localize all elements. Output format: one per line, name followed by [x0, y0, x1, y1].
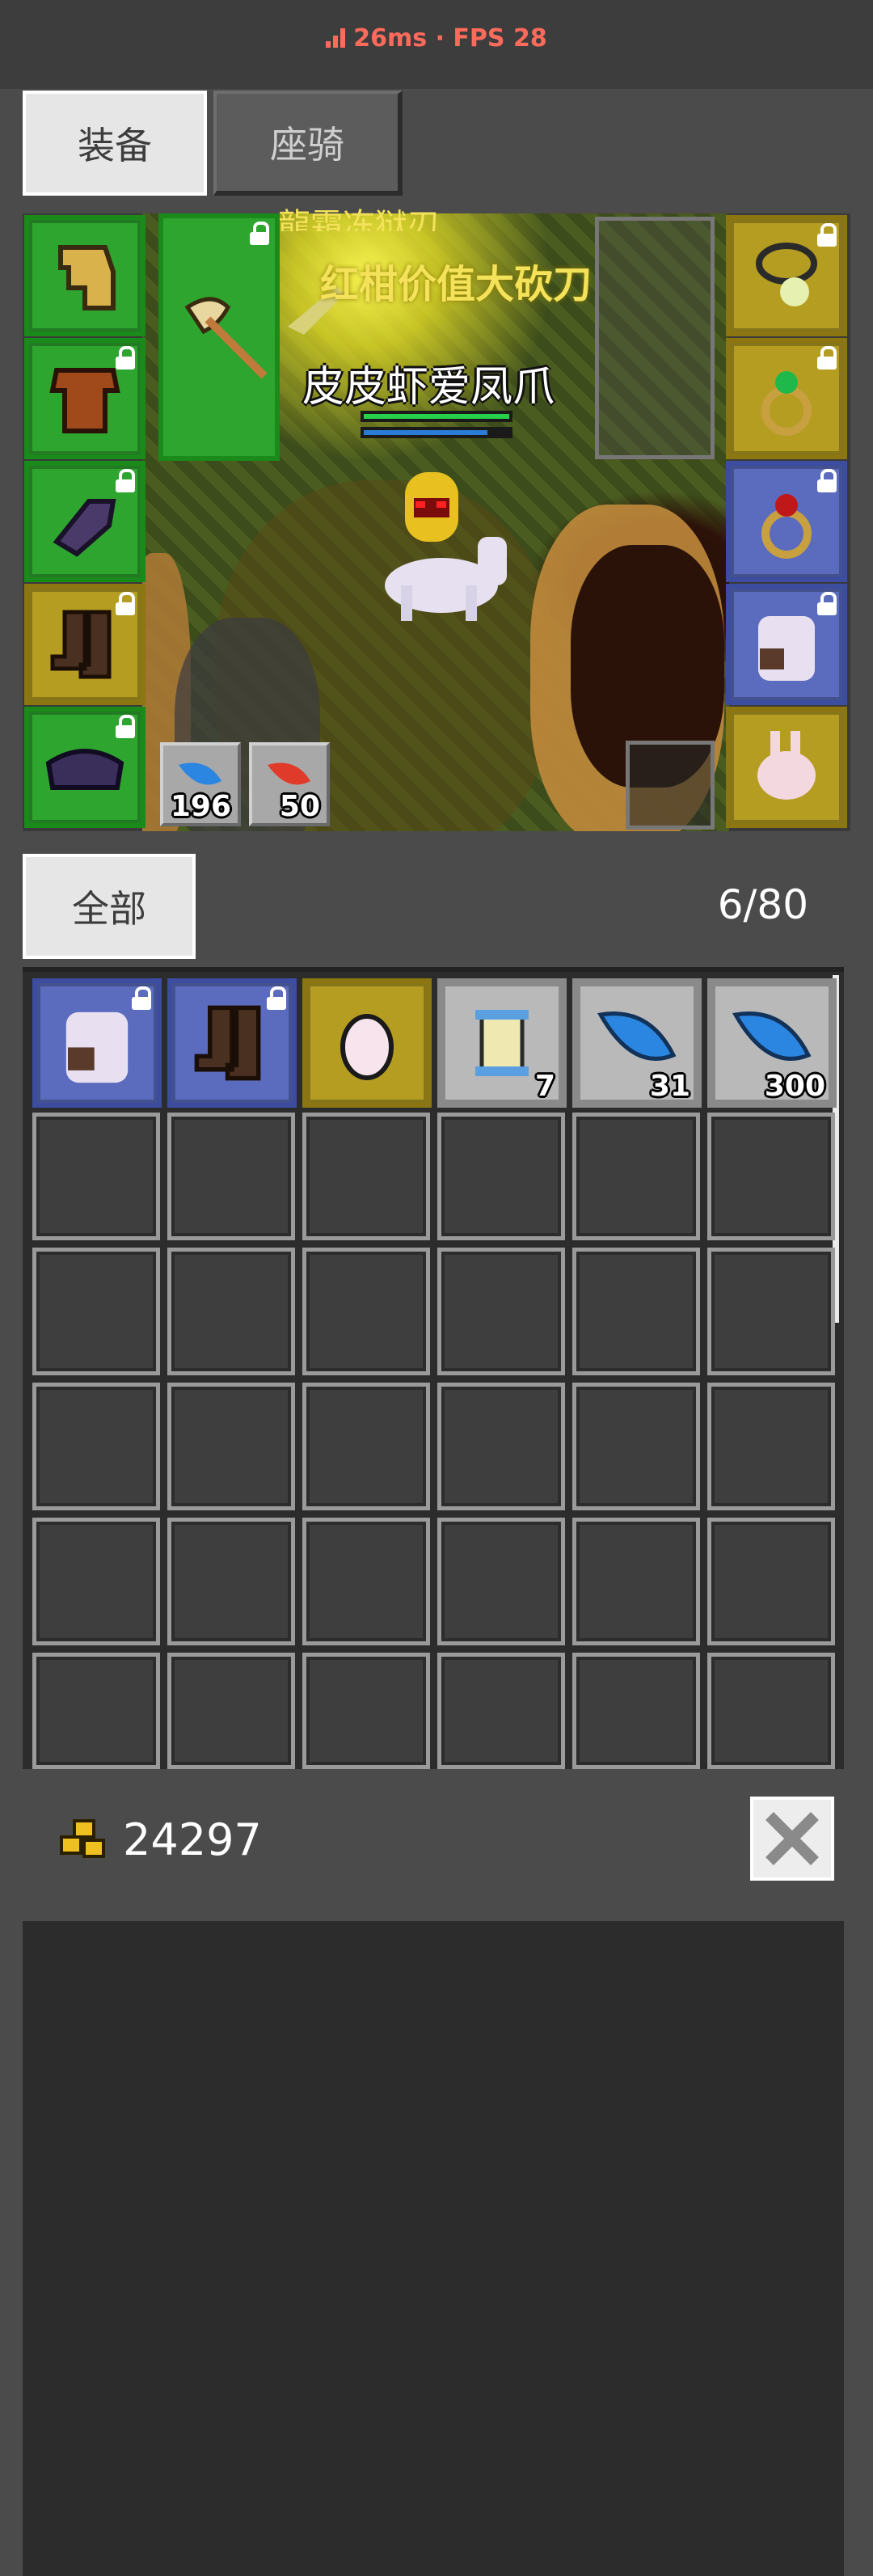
- equip-slot-armor[interactable]: [24, 338, 146, 459]
- axe-icon: [184, 297, 268, 379]
- equip-slot-ring-green[interactable]: [726, 338, 847, 459]
- inventory-slot-empty[interactable]: [572, 1383, 700, 1510]
- inventory-slot-empty[interactable]: [707, 1113, 835, 1240]
- inventory-slot-empty[interactable]: [437, 1518, 565, 1645]
- inventory-slot-empty[interactable]: [572, 1248, 700, 1375]
- inventory-slot-empty[interactable]: [302, 1383, 430, 1510]
- inventory-slot-empty[interactable]: [437, 1383, 565, 1510]
- filter-all-tab[interactable]: 全部: [23, 854, 196, 959]
- equip-slot-shoulder[interactable]: [24, 707, 146, 828]
- equip-slot-ring-red[interactable]: [726, 461, 847, 582]
- equip-slot-mount[interactable]: [726, 584, 847, 705]
- inventory-slot-empty[interactable]: [707, 1518, 835, 1645]
- inventory-slot-empty[interactable]: [32, 1113, 160, 1240]
- inventory-slot-empty[interactable]: [572, 1113, 700, 1240]
- inventory-slot-empty[interactable]: [572, 1653, 700, 1769]
- inventory-slot-empty[interactable]: [32, 1248, 160, 1375]
- inventory-item-scroll[interactable]: 7: [437, 978, 567, 1108]
- inventory-slot-empty[interactable]: [302, 1653, 430, 1769]
- inventory-slot-empty[interactable]: [32, 1653, 160, 1769]
- mp-bar: [361, 427, 512, 438]
- inventory-slot-empty[interactable]: [167, 1383, 295, 1510]
- lock-icon: [115, 346, 136, 370]
- lock-icon: [816, 223, 837, 247]
- inventory-slot-empty[interactable]: [32, 1383, 160, 1510]
- inventory-slot-empty[interactable]: [707, 1248, 835, 1375]
- lock-icon: [816, 346, 837, 370]
- equip-slot-helmet[interactable]: [24, 215, 146, 336]
- equip-slot-weapon[interactable]: [158, 213, 280, 461]
- close-icon: [765, 1812, 819, 1865]
- inventory-slot-empty[interactable]: [707, 1653, 835, 1769]
- helmet-icon: [58, 245, 116, 310]
- inventory-slot-empty[interactable]: [437, 1653, 565, 1769]
- lock-icon: [816, 469, 837, 493]
- equip-slot-pet[interactable]: [726, 707, 847, 828]
- rabbit-icon: [757, 731, 816, 800]
- inventory-slot-empty[interactable]: [437, 1248, 565, 1375]
- gold-coins-icon: [60, 1819, 105, 1858]
- lock-icon: [249, 222, 270, 246]
- lock-icon: [115, 469, 136, 493]
- inventory-slot-empty[interactable]: [167, 1113, 295, 1240]
- drop-slot[interactable]: [626, 741, 715, 830]
- inventory-slot-empty[interactable]: [302, 1248, 430, 1375]
- tab-mount[interactable]: 座骑: [213, 91, 403, 196]
- signal-icon: [326, 28, 347, 48]
- inventory-slot-empty[interactable]: [32, 1518, 160, 1645]
- player-character[interactable]: [344, 448, 522, 634]
- inventory-item-egg[interactable]: [302, 978, 432, 1108]
- potion-slot-mp[interactable]: 196: [160, 742, 241, 826]
- lock-icon: [115, 592, 136, 616]
- bag-capacity: 6/80: [717, 881, 808, 928]
- inventory-item-horse[interactable]: [32, 978, 162, 1108]
- gold-amount: 24297: [123, 1814, 262, 1865]
- tab-equipment[interactable]: 装备: [23, 91, 207, 196]
- fps-indicator: 26ms · FPS 28: [0, 24, 873, 53]
- potion-slot-hp[interactable]: 50: [249, 742, 330, 826]
- egg-icon: [340, 1014, 394, 1080]
- item-banner: 红柑价值大砍刀: [320, 262, 593, 307]
- fps-text: 26ms · FPS 28: [353, 24, 547, 53]
- lock-icon: [816, 592, 837, 616]
- item-banner-top: 龍霜冻狱刃: [278, 207, 440, 231]
- item-count: 7: [534, 1070, 555, 1103]
- inventory-slot-empty[interactable]: [167, 1248, 295, 1375]
- inventory-slot-empty[interactable]: [302, 1518, 430, 1645]
- inventory-item-feather[interactable]: 300: [707, 978, 837, 1108]
- equip-slot-gloves[interactable]: [24, 461, 146, 582]
- inventory-slot-empty[interactable]: [707, 1383, 835, 1510]
- lock-icon: [131, 986, 152, 1011]
- mount-slot-empty[interactable]: [595, 217, 715, 459]
- potion-count: 50: [279, 790, 320, 823]
- equip-slot-necklace[interactable]: [726, 215, 847, 336]
- item-count: 300: [764, 1070, 825, 1103]
- inventory-slot-empty[interactable]: [167, 1653, 295, 1769]
- lock-icon: [266, 986, 287, 1011]
- player-name: 皮皮虾爱凤爪: [302, 363, 555, 412]
- inventory-item-feather[interactable]: 31: [572, 978, 702, 1108]
- scroll-icon: [475, 1010, 529, 1076]
- hp-bar: [361, 411, 512, 422]
- equip-slot-boots[interactable]: [24, 584, 146, 705]
- inventory-slot-empty[interactable]: [302, 1113, 430, 1240]
- lock-icon: [115, 715, 136, 739]
- inventory-slot-empty[interactable]: [437, 1113, 565, 1240]
- inventory-slot-empty[interactable]: [167, 1518, 295, 1645]
- inventory-slot-empty[interactable]: [572, 1518, 700, 1645]
- potion-count: 196: [170, 790, 231, 823]
- item-count: 31: [649, 1070, 690, 1103]
- close-button[interactable]: [750, 1797, 834, 1881]
- inventory-item-boots[interactable]: [167, 978, 297, 1108]
